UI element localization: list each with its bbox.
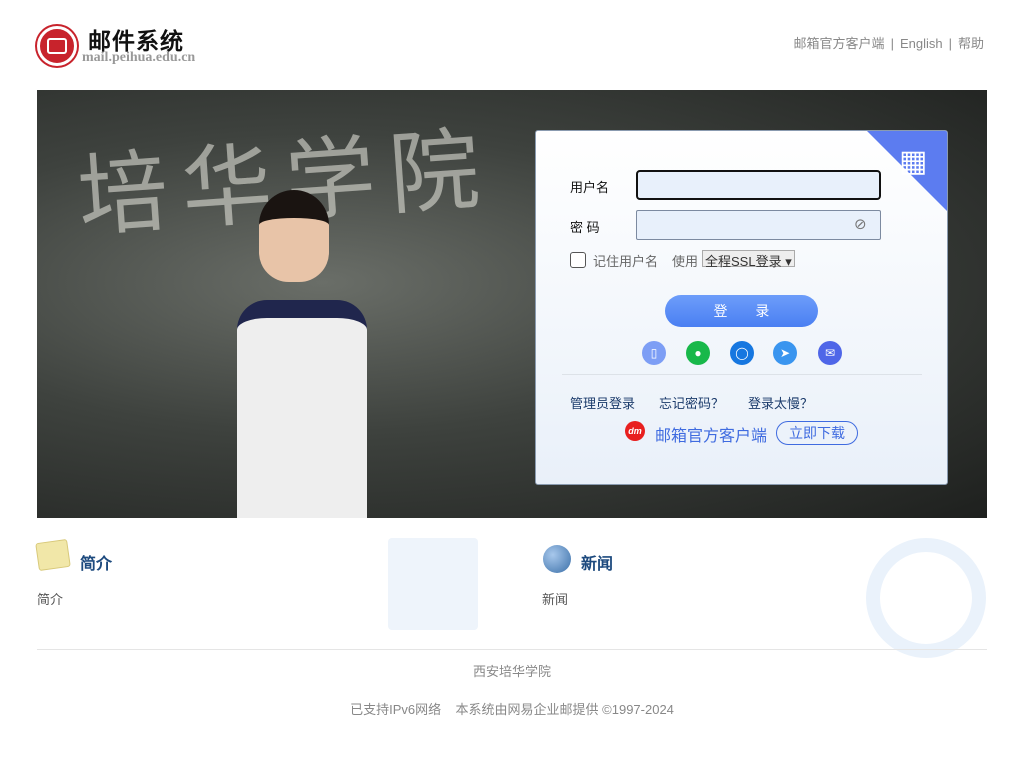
top-links: 邮箱官方客户端 | English | 帮助: [793, 36, 984, 51]
password-input[interactable]: [636, 210, 881, 240]
footer-info: 已支持IPv6网络 本系统由网易企业邮提供 ©1997-2024: [0, 699, 1024, 718]
footer-org: 西安培华学院: [472, 664, 551, 679]
ssl-option: 全程SSL登录: [705, 254, 782, 269]
download-button[interactable]: 立即下载: [776, 421, 858, 445]
intro-body: 简介: [37, 592, 64, 607]
password-label: 密 码: [570, 220, 600, 235]
login-panel: ▦ 用户名 密 码 ⊘ 记住用户名 使用 全程SSL登录 ▾ 登 录 ▯ ● ◯…: [535, 130, 948, 485]
news-title: 新闻: [581, 556, 614, 573]
english-link[interactable]: English: [900, 36, 943, 51]
username-input[interactable]: [636, 170, 881, 200]
wechat-icon[interactable]: ●: [686, 341, 710, 365]
remember-label: 记住用户名: [593, 254, 659, 269]
admin-login-link[interactable]: 管理员登录: [570, 393, 635, 412]
login-button[interactable]: 登 录: [665, 295, 818, 327]
remember-checkbox[interactable]: [570, 252, 586, 268]
ssl-select[interactable]: 全程SSL登录 ▾: [702, 250, 795, 269]
username-label: 用户名: [570, 180, 610, 195]
paper-plane-icon[interactable]: ➤: [773, 341, 797, 365]
qr-code-icon[interactable]: ▦: [899, 145, 933, 179]
hide-password-icon[interactable]: ⊘: [854, 215, 867, 233]
slow-login-link[interactable]: 登录太慢？: [748, 393, 813, 412]
client-label[interactable]: 邮箱官方客户端: [655, 422, 767, 446]
chat-icon[interactable]: ◯: [730, 341, 754, 365]
logo-seal-icon: [37, 26, 77, 66]
student-figure: [237, 190, 367, 518]
help-link[interactable]: 帮助: [958, 36, 984, 51]
globe-watermark-icon: [866, 538, 986, 658]
netease-client-icon: dm: [625, 421, 645, 441]
mail-client-icon[interactable]: ✉: [818, 341, 842, 365]
footer-divider: [37, 649, 987, 650]
use-label: 使用: [672, 254, 699, 269]
news-body: 新闻: [542, 592, 569, 607]
divider: [562, 374, 922, 375]
forgot-password-link[interactable]: 忘记密码？: [659, 393, 724, 412]
intro-title: 简介: [80, 556, 113, 573]
intro-icon: [35, 538, 71, 572]
logo-domain: mail.peihua.edu.cn: [82, 50, 196, 65]
globe-icon: [543, 545, 571, 573]
ipv6-note: 已支持IPv6网络: [350, 702, 442, 717]
phone-icon[interactable]: ▯: [642, 341, 666, 365]
client-link[interactable]: 邮箱官方客户端: [794, 36, 885, 51]
provider-note: 本系统由网易企业邮提供 ©1997-2024: [455, 702, 674, 717]
document-watermark-icon: [388, 538, 478, 630]
